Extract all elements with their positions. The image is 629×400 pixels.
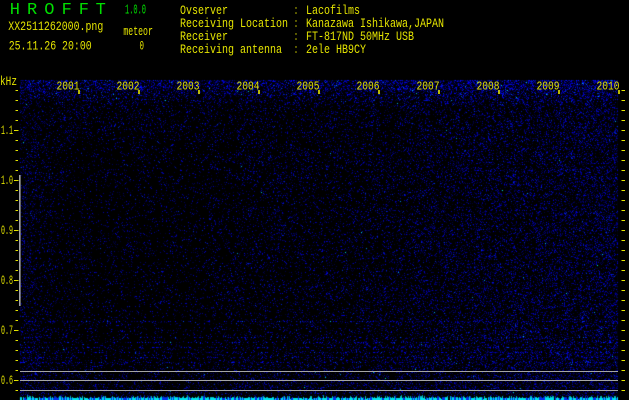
- svg-text:2008: 2008: [477, 80, 500, 94]
- svg-text:2004: 2004: [237, 80, 260, 94]
- svg-text:2009: 2009: [537, 80, 560, 94]
- svg-text:2005: 2005: [297, 80, 320, 94]
- svg-text:0.8: 0.8: [1, 273, 13, 288]
- svg-text:0.7: 0.7: [1, 323, 13, 338]
- svg-text:meteor: meteor: [123, 24, 152, 39]
- svg-text:1.0: 1.0: [1, 173, 13, 188]
- svg-text:XX2511262000.png: XX2511262000.png: [8, 19, 103, 34]
- svg-text::: :: [294, 42, 298, 57]
- svg-text:1.1: 1.1: [1, 123, 13, 138]
- svg-text:2007: 2007: [417, 80, 440, 94]
- svg-text:HROFFT: HROFFT: [10, 1, 106, 20]
- svg-text:2001: 2001: [57, 80, 80, 94]
- svg-text:2006: 2006: [357, 80, 380, 94]
- svg-text:0: 0: [140, 39, 145, 54]
- svg-text:2010: 2010: [597, 80, 620, 94]
- svg-text:0.9: 0.9: [1, 223, 13, 238]
- svg-text:2002: 2002: [117, 80, 140, 94]
- svg-text:Receiving antenna: Receiving antenna: [180, 42, 282, 57]
- svg-text:25.11.26 20:00: 25.11.26 20:00: [9, 39, 92, 54]
- svg-text:1.0.0: 1.0.0: [125, 3, 146, 18]
- svg-text:2003: 2003: [177, 80, 200, 94]
- svg-text:kHz: kHz: [0, 74, 17, 89]
- svg-text:0.6: 0.6: [1, 373, 13, 388]
- svg-text:2ele HB9CY: 2ele HB9CY: [306, 42, 366, 57]
